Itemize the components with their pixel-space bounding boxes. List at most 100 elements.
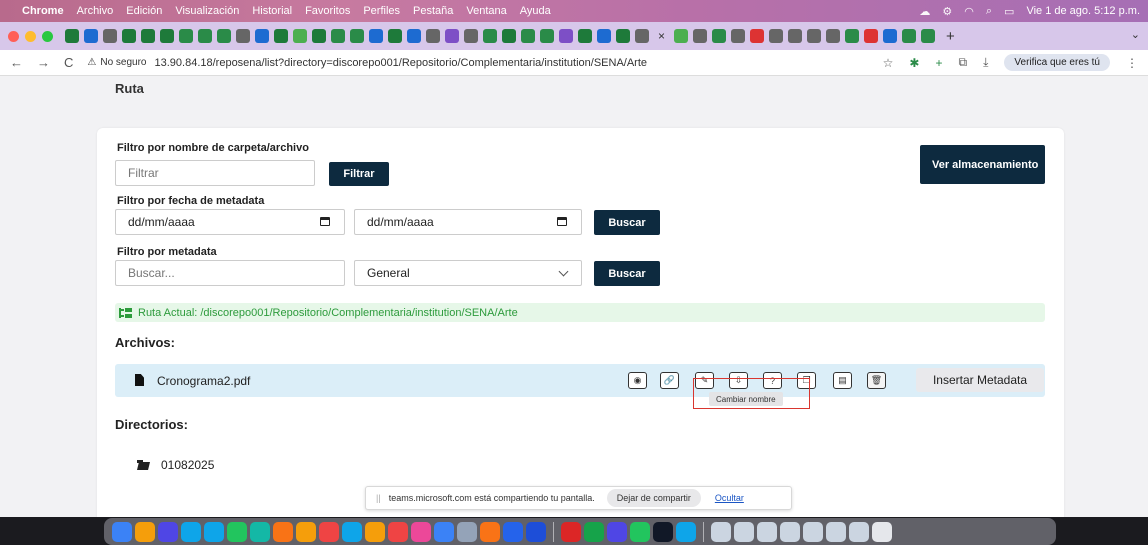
menu-ayuda[interactable]: Ayuda — [520, 5, 551, 17]
tab-favicon-icon[interactable] — [198, 29, 212, 43]
tab-favicon-icon[interactable] — [331, 29, 345, 43]
menu-pestana[interactable]: Pestaña — [413, 5, 453, 17]
dock-app-icon[interactable] — [319, 521, 339, 542]
dock-app-icon[interactable] — [526, 521, 546, 542]
tab-favicon-icon[interactable] — [388, 29, 402, 43]
tab-favicon-icon[interactable] — [483, 29, 497, 43]
dock-app-icon[interactable] — [365, 521, 385, 542]
dock-app-icon[interactable] — [584, 521, 604, 542]
tab-favicon-icon[interactable] — [921, 29, 936, 43]
tab-favicon-icon[interactable] — [255, 29, 269, 43]
dock-app-icon[interactable] — [849, 521, 869, 542]
search-icon[interactable]: ⌕ — [986, 5, 992, 18]
tab-favicon-icon[interactable] — [807, 29, 822, 43]
verify-profile-chip[interactable]: Verifica que eres tú — [1004, 54, 1110, 71]
menu-historial[interactable]: Historial — [252, 5, 292, 17]
close-window-button[interactable] — [8, 30, 19, 42]
zoom-window-button[interactable] — [42, 30, 53, 42]
calendar-icon[interactable] — [320, 217, 330, 226]
stop-sharing-button[interactable]: Dejar de compartir — [606, 489, 701, 507]
tab-favicon-icon[interactable] — [559, 29, 573, 43]
tab-close-icon[interactable]: × — [658, 29, 665, 43]
tab-favicon-icon[interactable] — [312, 29, 326, 43]
address-bar-url[interactable]: 13.90.84.18/reposena/list?directory=disc… — [155, 57, 648, 69]
tab-favicon-icon[interactable] — [578, 29, 592, 43]
tab-favicon-icon[interactable] — [160, 29, 174, 43]
menu-archivo[interactable]: Archivo — [77, 5, 114, 17]
tab-favicon-icon[interactable] — [65, 29, 79, 43]
dock-app-icon[interactable] — [630, 521, 650, 542]
back-button[interactable]: ← — [10, 55, 23, 70]
calendar-icon[interactable] — [557, 217, 567, 226]
filter-button[interactable]: Filtrar — [329, 162, 389, 186]
hide-link[interactable]: Ocultar — [715, 493, 744, 503]
dock-app-icon[interactable] — [676, 521, 696, 542]
tab-search-icon[interactable]: ⌄ — [1131, 28, 1140, 41]
metadata-icon[interactable]: ▤ — [833, 372, 852, 389]
search-metadata-button[interactable]: Buscar — [594, 261, 660, 286]
settings-icon[interactable]: ⚙ — [942, 5, 952, 18]
dock-app-icon[interactable] — [711, 521, 731, 542]
dock-app-icon[interactable] — [607, 521, 627, 542]
warning-icon[interactable]: ⚠ — [87, 57, 96, 68]
tab-favicon-icon[interactable] — [674, 29, 689, 43]
reload-button[interactable]: C — [64, 55, 73, 70]
dock-app-icon[interactable] — [457, 521, 477, 542]
dock-app-icon[interactable] — [112, 521, 132, 542]
dock-app-icon[interactable] — [181, 521, 201, 542]
tab-favicon-icon[interactable] — [502, 29, 516, 43]
menu-perfiles[interactable]: Perfiles — [363, 5, 400, 17]
menu-chrome[interactable]: Chrome — [22, 5, 64, 17]
dock-app-icon[interactable] — [653, 521, 673, 542]
extensions-puzzle-icon[interactable]: ⧉ — [959, 55, 968, 70]
tab-favicon-icon[interactable] — [103, 29, 117, 43]
tab-favicon-icon[interactable] — [826, 29, 841, 43]
tab-favicon-icon[interactable] — [635, 29, 649, 43]
directory-name[interactable]: 01082025 — [161, 458, 214, 472]
tab-favicon-icon[interactable] — [521, 29, 535, 43]
wifi-icon[interactable]: ◠ — [964, 5, 974, 18]
tab-favicon-icon[interactable] — [750, 29, 765, 43]
tab-favicon-icon[interactable] — [464, 29, 478, 43]
tab-favicon-icon[interactable] — [597, 29, 611, 43]
menu-visualizacion[interactable]: Visualización — [175, 5, 239, 17]
dock-app-icon[interactable] — [342, 521, 362, 542]
insert-metadata-button[interactable]: Insertar Metadata — [916, 368, 1044, 392]
dock-app-icon[interactable] — [757, 521, 777, 542]
download-icon[interactable]: ⤓ — [983, 55, 988, 70]
tab-favicon-icon[interactable] — [141, 29, 155, 43]
tab-favicon-icon[interactable] — [293, 29, 307, 43]
dock-app-icon[interactable] — [296, 521, 316, 542]
bookmark-star-icon[interactable]: ☆ — [883, 56, 894, 70]
dock-app-icon[interactable] — [273, 521, 293, 542]
tab-favicon-icon[interactable] — [902, 29, 917, 43]
tab-favicon-icon[interactable] — [407, 29, 421, 43]
extension-icon[interactable]: ✱ — [909, 56, 919, 70]
tab-favicon-icon[interactable] — [236, 29, 250, 43]
cloud-icon[interactable]: ☁ — [919, 5, 930, 18]
dock-app-icon[interactable] — [434, 521, 454, 542]
dock-app-icon[interactable] — [803, 521, 823, 542]
dock-app-icon[interactable] — [872, 521, 892, 542]
dock-app-icon[interactable] — [250, 521, 270, 542]
tab-favicon-icon[interactable] — [712, 29, 727, 43]
trash-icon[interactable]: 🗑 — [867, 372, 886, 389]
filter-name-input[interactable]: Filtrar — [115, 160, 315, 186]
forward-button[interactable]: → — [37, 55, 50, 70]
dock-app-icon[interactable] — [780, 521, 800, 542]
dock-app-icon[interactable] — [227, 521, 247, 542]
dock-app-icon[interactable] — [135, 521, 155, 542]
dock-app-icon[interactable] — [734, 521, 754, 542]
file-name[interactable]: Cronograma2.pdf — [157, 374, 250, 388]
tab-favicon-icon[interactable] — [350, 29, 364, 43]
link-icon[interactable]: 🔗 — [660, 372, 679, 389]
tab-favicon-icon[interactable] — [274, 29, 288, 43]
minimize-window-button[interactable] — [25, 30, 36, 42]
menu-edicion[interactable]: Edición — [126, 5, 162, 17]
tab-favicon-icon[interactable] — [122, 29, 136, 43]
tab-favicon-icon[interactable] — [426, 29, 440, 43]
tab-favicon-icon[interactable] — [540, 29, 554, 43]
metadata-type-select[interactable]: General — [354, 260, 582, 286]
menu-favoritos[interactable]: Favoritos — [305, 5, 350, 17]
dock-app-icon[interactable] — [503, 521, 523, 542]
